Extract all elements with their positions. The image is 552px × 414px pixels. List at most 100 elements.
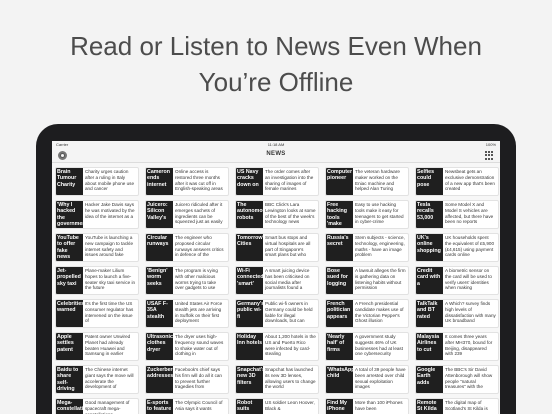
news-card[interactable]: Germany's public wi-fi Public wi-fi owner… <box>235 299 319 328</box>
news-card[interactable]: Juicero: Silicon Valley's Juicero ridicul… <box>145 200 229 229</box>
news-summary: Easy to use hacking tools make it easy f… <box>355 202 404 225</box>
news-summary: Facebook's chief says his firm will do a… <box>175 367 222 390</box>
news-card[interactable]: Circular runways The engineer who propose… <box>145 233 229 262</box>
news-summary: A French presidential candidate makes us… <box>355 301 404 324</box>
news-summary: Newsbeat gets an exclusive demonstration… <box>445 169 495 192</box>
news-thumbnail-title: Selfies could pose <box>416 168 443 195</box>
news-summary: The BBC's Sir David Attenborough will sh… <box>445 367 493 390</box>
news-card[interactable]: YouTube to offer fake news YouTube is lau… <box>55 233 139 262</box>
news-card[interactable]: The autonomous robotsBBC Click's Lara Le… <box>235 200 319 229</box>
news-card[interactable]: Ultrasonic clothes dryer The dryer uses h… <box>145 332 229 361</box>
news-card[interactable]: Find My iPhone More than 100 iPhones have… <box>325 398 409 414</box>
app-screen: Carrier 11:18 AM 100% NEWS Brain Tumour … <box>52 141 500 414</box>
news-card[interactable]: Google Earth adds The BBC's Sir David Att… <box>415 365 499 394</box>
news-summary: US soldier Leon Hoover, Black & <box>265 400 315 411</box>
news-thumbnail-title: Google Earth adds <box>416 366 443 393</box>
grid-icon[interactable] <box>485 151 494 160</box>
battery-indicator: 100% <box>485 142 496 147</box>
news-summary: Patent owner Unwired Planet had already … <box>85 334 131 357</box>
news-summary: A biometric sensor on the card will be u… <box>445 268 492 291</box>
news-card[interactable]: Mega-constellationsGood management of sp… <box>55 398 139 414</box>
news-card[interactable]: Computer pioneer The veteran hardware mak… <box>325 167 409 196</box>
news-card[interactable]: 'Nearly half' of firms A government study… <box>325 332 409 361</box>
news-card[interactable]: 'Why I hacked the government'Hacker Jake… <box>55 200 139 229</box>
news-card[interactable]: 'Benign' worm seeks The program is vying … <box>145 266 229 295</box>
news-card[interactable]: Snapchat's new 3D filters Snapchat has la… <box>235 365 319 394</box>
news-card[interactable]: Credit card with aA biometric sensor on … <box>415 266 499 295</box>
news-summary: A government study suggests 46% of UK bu… <box>355 334 404 357</box>
news-thumbnail-title: Computer pioneer <box>326 168 353 195</box>
news-thumbnail-title: Germany's public wi-fi <box>236 300 263 327</box>
news-thumbnail-title: YouTube to offer fake news <box>56 234 83 261</box>
news-thumbnail-title: Find My iPhone <box>326 399 353 414</box>
news-summary: About 1,200 hotels in the US and Puerto … <box>265 334 316 357</box>
news-card[interactable]: Free hacking tools 'make Easy to use hack… <box>325 200 409 229</box>
news-thumbnail-title: Zuckerberg addresses <box>146 366 173 393</box>
news-card[interactable]: Selfies could pose Newsbeat gets an exclu… <box>415 167 499 196</box>
status-time: 11:18 AM <box>267 142 285 147</box>
news-card[interactable]: Wi-Fi connected 'smart' A smart juicing d… <box>235 266 319 295</box>
news-card[interactable]: Zuckerberg addresses Facebook's chief say… <box>145 365 229 394</box>
news-thumbnail-title: Brain Tumour Charity <box>56 168 83 195</box>
news-thumbnail-title: Tesla recalls 53,000 <box>416 201 443 228</box>
news-summary: The Olympic Council of Asia says it want… <box>175 400 223 411</box>
news-card[interactable]: Tesla recalls 53,000 Some Model X and Mod… <box>415 200 499 229</box>
news-card[interactable]: UK's online shopping UK households spent … <box>415 233 499 262</box>
news-thumbnail-title: The autonomous robots <box>236 201 263 228</box>
news-card[interactable]: E-sports to feature The Olympic Council o… <box>145 398 229 414</box>
news-summary: Charity urges caution after a ruling in … <box>85 169 135 192</box>
news-thumbnail-title: Tomorrow's Cities <box>236 234 263 261</box>
news-card[interactable]: TalkTalk and BT rated A Which? survey fin… <box>415 299 499 328</box>
news-card[interactable]: Cameron ends internet Online access is re… <box>145 167 229 196</box>
news-summary: Snapchat has launched its new 3D lenses,… <box>265 367 316 390</box>
news-summary: Juicero ridiculed after it emerges sache… <box>175 202 223 225</box>
news-thumbnail-title: 'Why I hacked the government' <box>56 201 83 228</box>
news-card[interactable]: USAF F-35A stealth United States Air Forc… <box>145 299 229 328</box>
news-card[interactable]: Celebrities warned It's the first time th… <box>55 299 139 328</box>
news-summary: Good management of spacecraft mega-const… <box>85 400 130 414</box>
news-summary: The order comes after an investigation i… <box>265 169 314 192</box>
news-card[interactable]: Holiday Inn hotels About 1,200 hotels in … <box>235 332 319 361</box>
news-card[interactable]: Baidu to share self-driving The Chinese i… <box>55 365 139 394</box>
news-card[interactable]: US Navy cracks down on The order comes af… <box>235 167 319 196</box>
news-thumbnail-title: Free hacking tools 'make <box>326 201 353 228</box>
news-thumbnail-title: Cameron ends internet <box>146 168 173 195</box>
news-card[interactable]: Robot suits US soldier Leon Hoover, Black… <box>235 398 319 414</box>
news-summary: The engineer who proposed circular runwa… <box>175 235 224 258</box>
news-card[interactable]: Bose sued for logging A lawsuit alleges t… <box>325 266 409 295</box>
news-thumbnail-title: Juicero: Silicon Valley's <box>146 201 173 228</box>
news-summary: Some Model X and Model S vehicles are af… <box>445 202 494 225</box>
news-thumbnail-title: Ultrasonic clothes dryer <box>146 333 173 360</box>
news-thumbnail-title: Malaysia Airlines to cut <box>416 333 443 360</box>
news-card[interactable]: Malaysia Airlines to cut It comes three y… <box>415 332 499 361</box>
news-summary: Stem subjects - science, technology, eng… <box>355 235 405 258</box>
news-thumbnail-title: Bose sued for logging <box>326 267 353 294</box>
news-card[interactable]: Russia's secret Stem subjects - science, … <box>325 233 409 262</box>
news-thumbnail-title: Russia's secret <box>326 234 353 261</box>
news-summary: The Chinese internet giant says the move… <box>85 367 134 390</box>
news-card[interactable]: 'WhatsApp child A total of 39 people have… <box>325 365 409 394</box>
nav-bar: NEWS <box>52 148 500 163</box>
news-summary: United States Air Force stealth jets are… <box>175 301 223 324</box>
news-card[interactable]: Jet-propelled sky taxi Plane-maker Lilium… <box>55 266 139 295</box>
news-summary: The program is vying with other maliciou… <box>175 268 218 291</box>
news-summary: The dryer uses high-frequency sound wave… <box>175 334 224 357</box>
news-thumbnail-title: 'Nearly half' of firms <box>326 333 353 360</box>
news-card[interactable]: Brain Tumour Charity Charity urges cautio… <box>55 167 139 196</box>
news-summary: A lawsuit alleges the firm is gathering … <box>355 268 406 291</box>
news-card[interactable]: Remote St Kilda The digital map of Scotla… <box>415 398 499 414</box>
nav-title: NEWS <box>266 151 286 157</box>
news-card[interactable]: Apple settles patent Patent owner Unwired… <box>55 332 139 361</box>
news-thumbnail-title: Jet-propelled sky taxi <box>56 267 83 294</box>
news-thumbnail-title: French politician appears <box>326 300 353 327</box>
news-card[interactable]: French politician appears A French presid… <box>325 299 409 328</box>
promo-headline: Read or Listen to News Even When You’re … <box>0 28 552 100</box>
news-thumbnail-title: UK's online shopping <box>416 234 443 261</box>
news-summary: Plane-maker Lilium hopes to launch a fiv… <box>85 268 136 291</box>
news-thumbnail-title: Credit card with a <box>416 267 443 294</box>
news-thumbnail-title: Apple settles patent <box>56 333 83 360</box>
news-thumbnail-title: Baidu to share self-driving <box>56 366 83 393</box>
news-card[interactable]: Tomorrow's CitiesSmart bus stops and vir… <box>235 233 319 262</box>
news-thumbnail-title: TalkTalk and BT rated <box>416 300 443 327</box>
news-thumbnail-title: Robot suits <box>236 399 263 414</box>
